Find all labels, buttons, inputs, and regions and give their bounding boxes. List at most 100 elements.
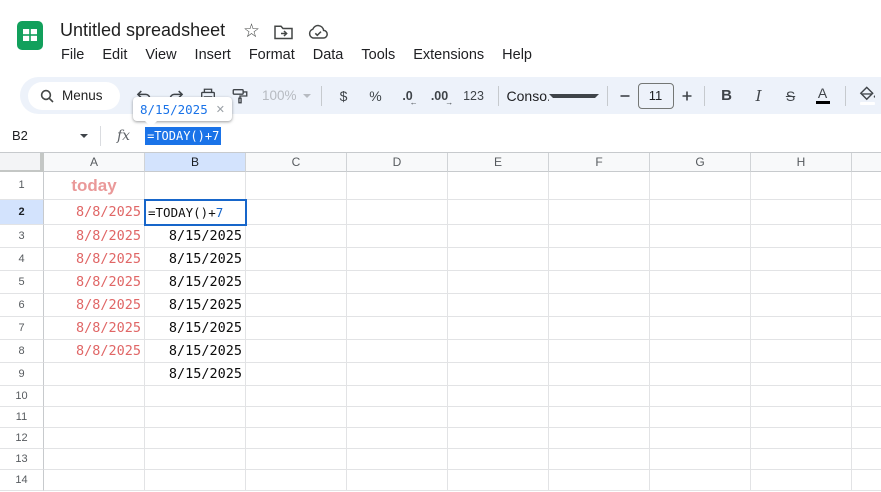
cell-E1[interactable] [448, 172, 549, 200]
cell-H9[interactable] [751, 363, 852, 386]
cell-E3[interactable] [448, 225, 549, 248]
font-size-input[interactable]: 11 [637, 82, 674, 109]
cell-A6[interactable]: 8/8/2025 [44, 294, 145, 317]
cell-H10[interactable] [751, 386, 852, 407]
cell-A2[interactable]: 8/8/2025 [44, 200, 145, 225]
row-header-7[interactable]: 7 [0, 317, 44, 340]
row-header-13[interactable]: 13 [0, 449, 44, 470]
menu-extensions[interactable]: Extensions [404, 45, 493, 65]
cell-editor[interactable]: =TODAY()+ 7 [144, 199, 247, 226]
cell-C3[interactable] [246, 225, 347, 248]
fill-color-button[interactable] [855, 83, 881, 109]
cell-E2[interactable] [448, 200, 549, 225]
cell-C6[interactable] [246, 294, 347, 317]
column-header-B[interactable]: B [145, 153, 246, 172]
cell-H4[interactable] [751, 248, 852, 271]
cell-B12[interactable] [145, 428, 246, 449]
font-family-select[interactable]: Conso... [507, 88, 599, 104]
cell-E12[interactable] [448, 428, 549, 449]
cell-D11[interactable] [347, 407, 448, 428]
cell-A12[interactable] [44, 428, 145, 449]
cell-partial-5[interactable] [852, 271, 881, 294]
cell-B3[interactable]: 8/15/2025 [145, 225, 246, 248]
name-box[interactable]: B2 [0, 128, 100, 143]
increase-font-size-button[interactable] [679, 83, 695, 109]
cell-C2[interactable] [246, 200, 347, 225]
cell-F1[interactable] [549, 172, 650, 200]
cell-D3[interactable] [347, 225, 448, 248]
cell-E11[interactable] [448, 407, 549, 428]
cell-B9[interactable]: 8/15/2025 [145, 363, 246, 386]
row-header-8[interactable]: 8 [0, 340, 44, 363]
cell-F8[interactable] [549, 340, 650, 363]
cell-F9[interactable] [549, 363, 650, 386]
row-header-2[interactable]: 2 [0, 200, 44, 225]
menu-tools[interactable]: Tools [352, 45, 404, 65]
column-header-A[interactable]: A [44, 153, 145, 172]
cell-E14[interactable] [448, 470, 549, 491]
cell-A7[interactable]: 8/8/2025 [44, 317, 145, 340]
cell-B4[interactable]: 8/15/2025 [145, 248, 246, 271]
cell-H2[interactable] [751, 200, 852, 225]
row-header-6[interactable]: 6 [0, 294, 44, 317]
menu-view[interactable]: View [136, 45, 185, 65]
cell-partial-12[interactable] [852, 428, 881, 449]
cell-G13[interactable] [650, 449, 751, 470]
cell-A4[interactable]: 8/8/2025 [44, 248, 145, 271]
bold-button[interactable]: B [714, 83, 740, 109]
cell-C13[interactable] [246, 449, 347, 470]
cell-B8[interactable]: 8/15/2025 [145, 340, 246, 363]
cell-partial-6[interactable] [852, 294, 881, 317]
decrease-font-size-button[interactable] [617, 83, 633, 109]
menu-insert[interactable]: Insert [186, 45, 240, 65]
row-header-11[interactable]: 11 [0, 407, 44, 428]
cell-E9[interactable] [448, 363, 549, 386]
currency-format-button[interactable]: $ [331, 83, 357, 109]
increase-decimal-button[interactable]: .00 → [427, 83, 453, 109]
menu-format[interactable]: Format [240, 45, 304, 65]
menu-file[interactable]: File [52, 45, 93, 65]
cell-C8[interactable] [246, 340, 347, 363]
menu-help[interactable]: Help [493, 45, 541, 65]
cell-D1[interactable] [347, 172, 448, 200]
menu-edit[interactable]: Edit [93, 45, 136, 65]
row-header-4[interactable]: 4 [0, 248, 44, 271]
italic-button[interactable]: I [746, 83, 772, 109]
cell-A13[interactable] [44, 449, 145, 470]
cell-H7[interactable] [751, 317, 852, 340]
cell-F2[interactable] [549, 200, 650, 225]
cell-H12[interactable] [751, 428, 852, 449]
strikethrough-button[interactable]: S [778, 83, 804, 109]
cell-partial-1[interactable] [852, 172, 881, 200]
move-folder-icon[interactable] [274, 24, 293, 40]
row-header-12[interactable]: 12 [0, 428, 44, 449]
cell-G3[interactable] [650, 225, 751, 248]
cell-D5[interactable] [347, 271, 448, 294]
menu-data[interactable]: Data [304, 45, 353, 65]
cell-A5[interactable]: 8/8/2025 [44, 271, 145, 294]
star-icon[interactable]: ☆ [243, 22, 260, 41]
cell-B11[interactable] [145, 407, 246, 428]
cell-E7[interactable] [448, 317, 549, 340]
cell-H14[interactable] [751, 470, 852, 491]
row-header-14[interactable]: 14 [0, 470, 44, 491]
cell-F11[interactable] [549, 407, 650, 428]
cell-C14[interactable] [246, 470, 347, 491]
cell-D13[interactable] [347, 449, 448, 470]
cell-partial-13[interactable] [852, 449, 881, 470]
cell-C4[interactable] [246, 248, 347, 271]
document-title[interactable]: Untitled spreadsheet [60, 20, 225, 41]
cell-H1[interactable] [751, 172, 852, 200]
zoom-select[interactable]: 100% [262, 88, 311, 103]
cell-partial-4[interactable] [852, 248, 881, 271]
column-header-D[interactable]: D [347, 153, 448, 172]
cell-C10[interactable] [246, 386, 347, 407]
column-header-partial[interactable] [852, 153, 881, 172]
cell-E6[interactable] [448, 294, 549, 317]
cell-A10[interactable] [44, 386, 145, 407]
cell-F6[interactable] [549, 294, 650, 317]
cell-D6[interactable] [347, 294, 448, 317]
cell-E5[interactable] [448, 271, 549, 294]
cell-H11[interactable] [751, 407, 852, 428]
cell-G4[interactable] [650, 248, 751, 271]
